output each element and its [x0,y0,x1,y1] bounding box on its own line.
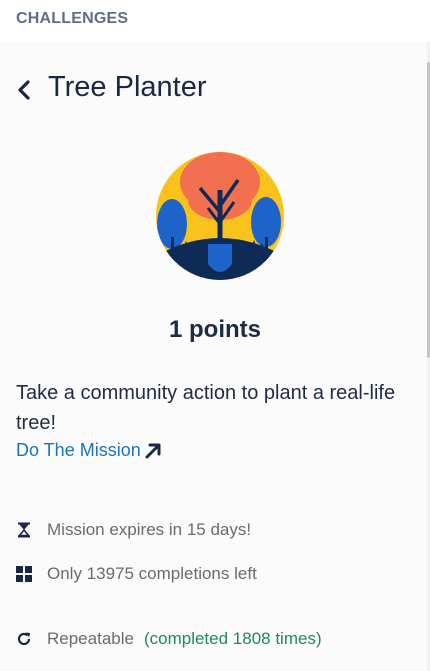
tree-planter-badge [156,152,284,280]
repeatable-row: Repeatable (completed 1808 times) [16,629,322,649]
points-label: 1 points [168,316,261,343]
completed-count-text: (completed 1808 times) [143,629,322,648]
expiry-row: Mission expires in 15 days! [16,520,251,540]
challenge-description: Take a community action to plant a real-… [16,382,396,434]
do-the-mission-link[interactable]: Do The Mission [16,440,163,461]
back-button[interactable] [12,76,36,104]
page-title: Tree Planter [48,71,207,103]
do-the-mission-label: Do The Mission [16,440,141,460]
repeatable-label: Repeatable [47,629,134,648]
chevron-left-icon [18,80,30,100]
grid-icon [16,566,32,582]
completions-text: Only 13975 completions left [47,564,257,583]
section-header: CHALLENGES [16,10,129,27]
refresh-icon [16,631,32,647]
expiry-text: Mission expires in 15 days! [47,520,252,539]
completions-row: Only 13975 completions left [16,564,257,584]
hourglass-icon [16,522,32,538]
arrow-up-right-icon [145,443,161,458]
